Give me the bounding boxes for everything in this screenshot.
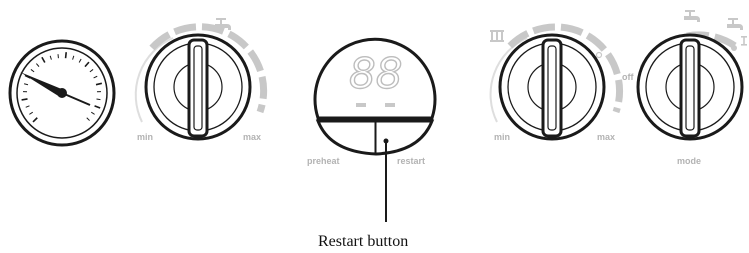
gauge-tick	[21, 98, 28, 101]
callout-label: Restart button	[318, 233, 408, 250]
preheat-indicator	[356, 103, 366, 107]
hot-water-knob[interactable]	[134, 23, 268, 141]
dial1-max-label: max	[243, 132, 261, 142]
dial3-marker-dot	[595, 51, 603, 59]
display-digits: 88	[349, 49, 402, 98]
preheat-button[interactable]	[320, 122, 374, 152]
mode-off-label: off	[622, 72, 634, 82]
gauge-tick	[96, 98, 101, 101]
mode-heating-dot	[731, 45, 737, 51]
radiator-icon	[490, 30, 504, 42]
dial3-grip	[541, 38, 563, 138]
boiler-control-panel: min max 88 preheat restart Restart butto…	[8, 10, 747, 250]
gauge-tick	[64, 52, 67, 59]
dial1-grip	[187, 38, 209, 138]
preheat-label: preheat	[307, 156, 340, 166]
dial4-grip	[679, 38, 701, 138]
restart-indicator	[385, 103, 395, 107]
display-module: 88	[313, 37, 437, 156]
mode-label: mode	[677, 156, 701, 166]
dial3-min-label: min	[494, 132, 510, 142]
pressure-gauge	[8, 39, 116, 147]
dial3-max-label: max	[597, 132, 615, 142]
gauge-hub	[57, 88, 67, 98]
mode-hot-water-icon	[684, 10, 700, 22]
mode-selector-knob[interactable]	[636, 31, 744, 141]
restart-label: restart	[397, 156, 425, 166]
dial1-min-label: min	[137, 132, 153, 142]
heating-knob[interactable]	[489, 23, 624, 141]
